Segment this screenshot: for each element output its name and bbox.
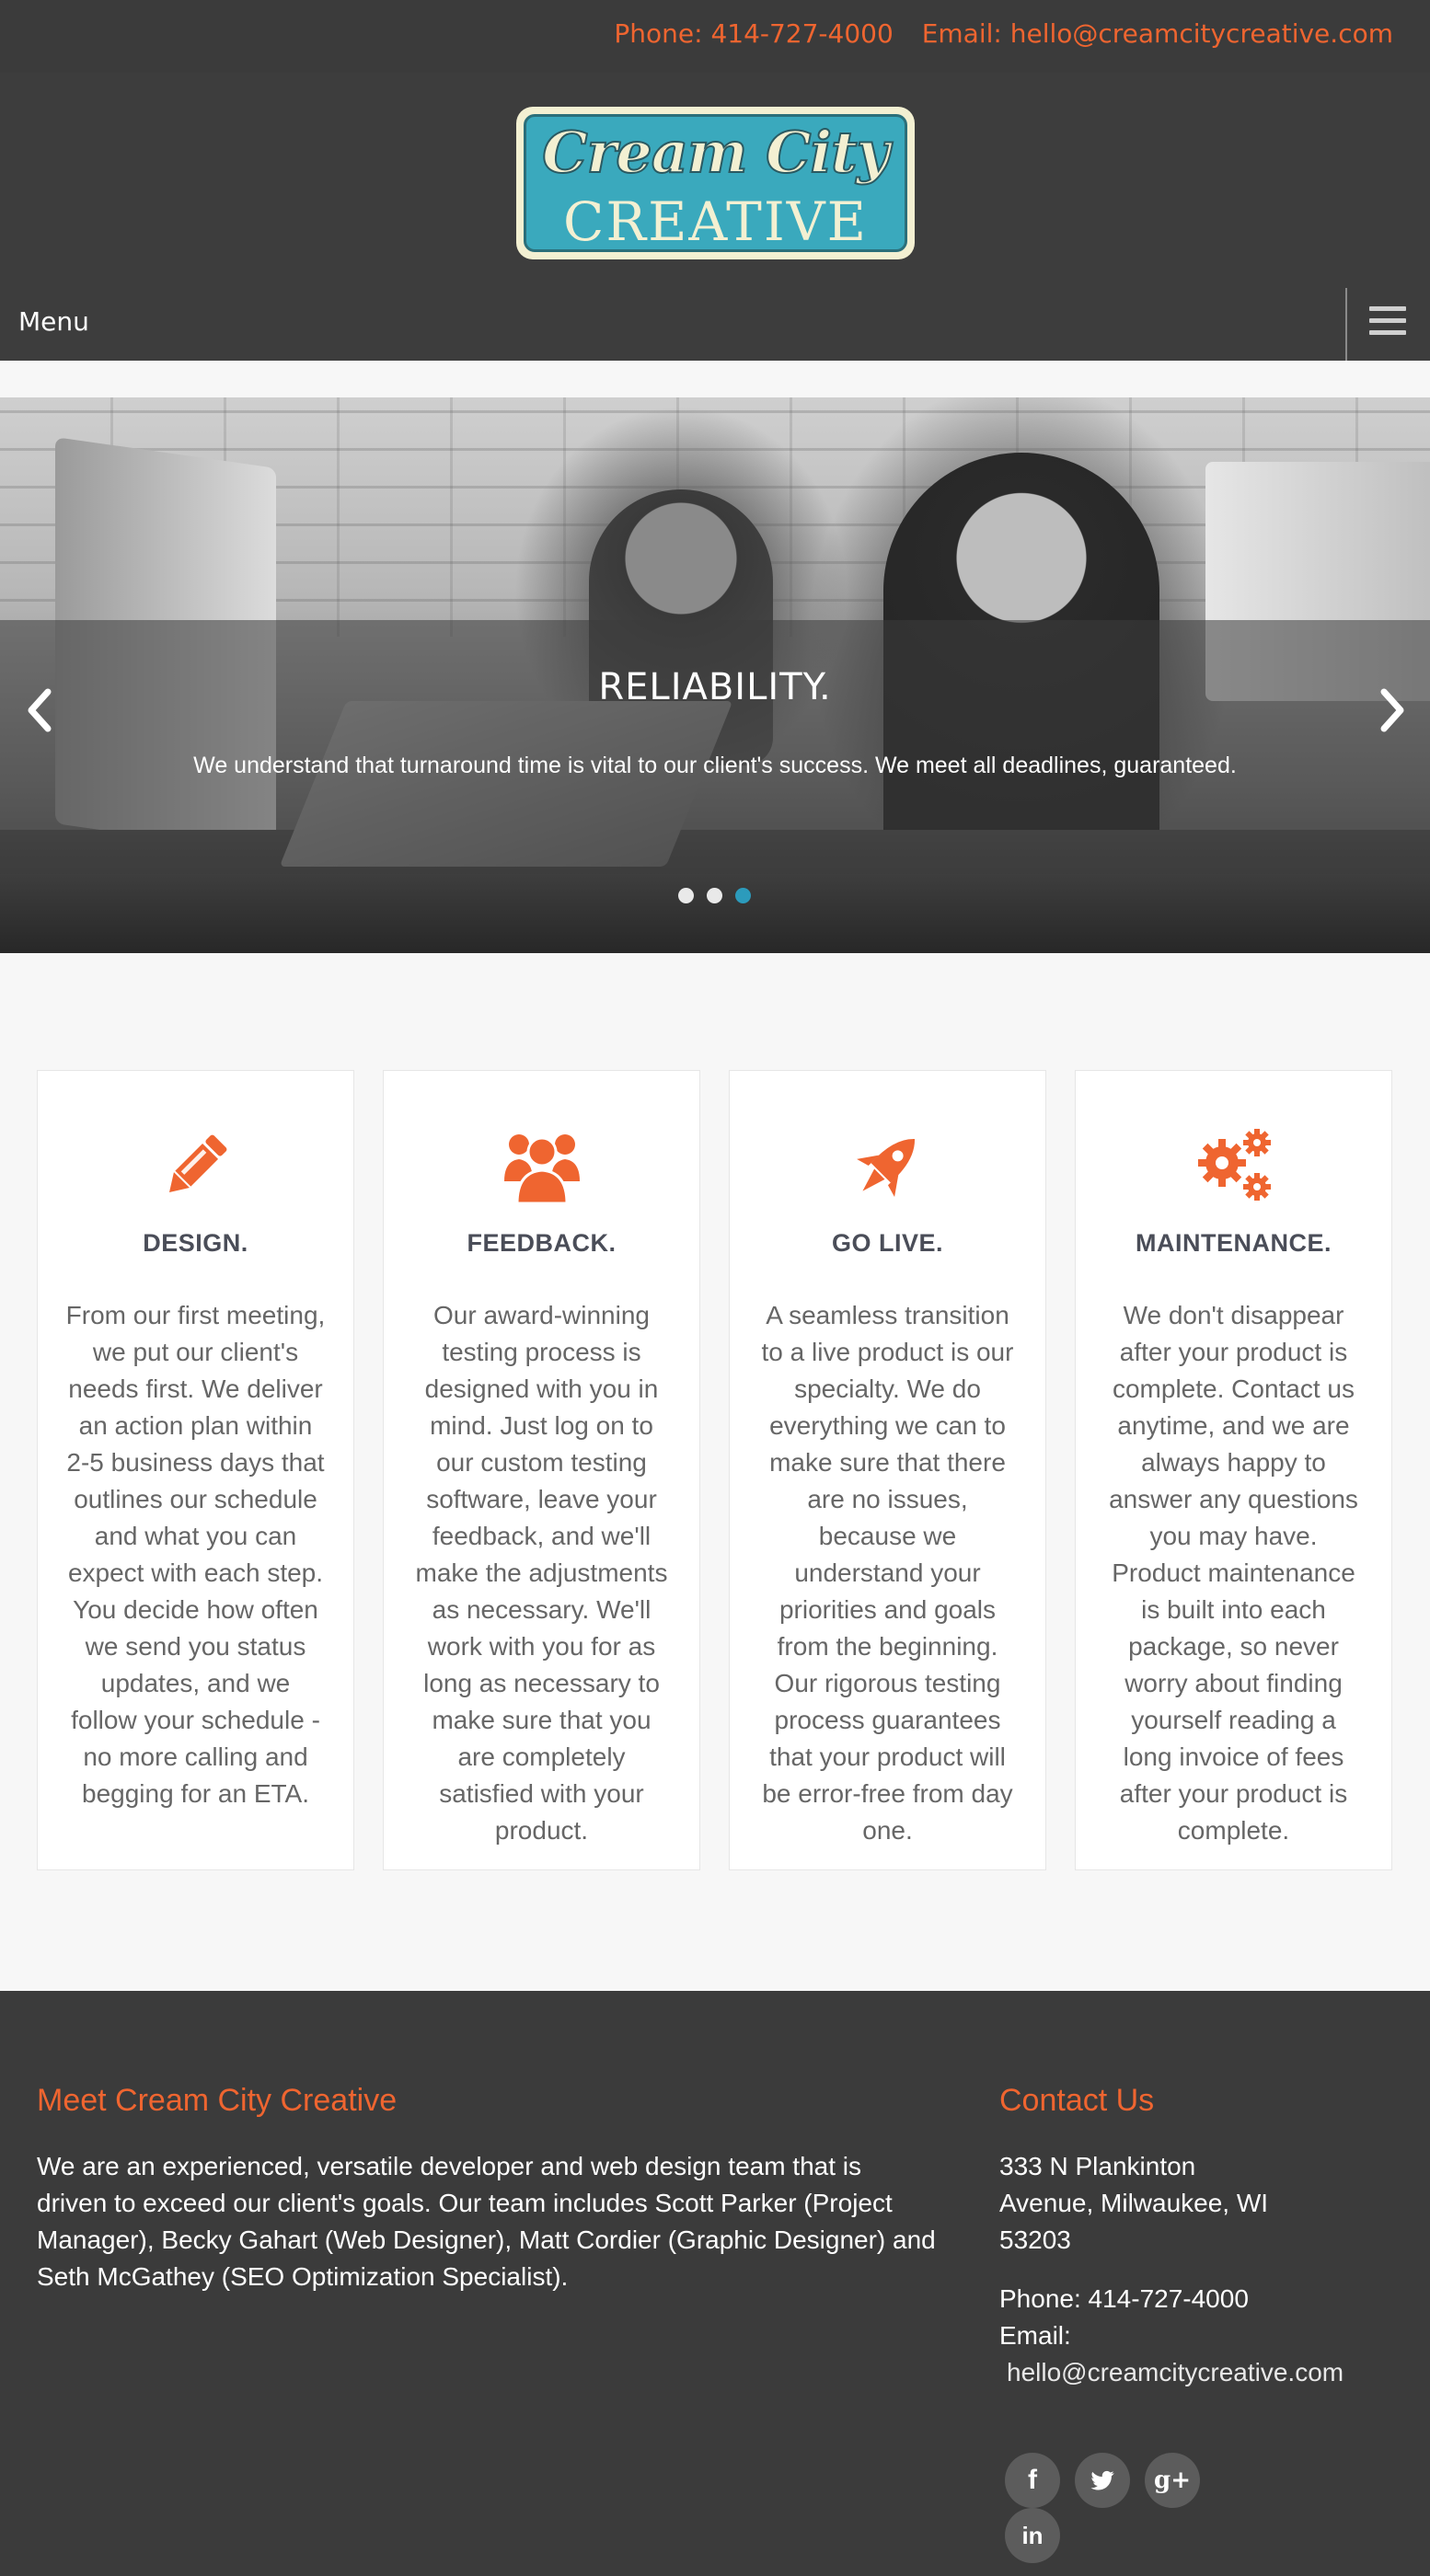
hero-caption-band: RELIABILITY. We understand that turnarou… bbox=[0, 620, 1430, 874]
slider-dot-1[interactable] bbox=[678, 888, 694, 903]
footer-about-text: We are an experienced, versatile develop… bbox=[37, 2152, 936, 2291]
feature-card-design: DESIGN. From our first meeting, we put o… bbox=[37, 1070, 354, 1870]
logo-text-line1: Cream City bbox=[541, 118, 890, 187]
feature-text: We don't disappear after your product is… bbox=[1109, 1301, 1358, 1845]
users-icon bbox=[384, 1124, 699, 1207]
top-phone-link[interactable]: Phone: 414-727-4000 bbox=[614, 18, 893, 49]
hero-slider: RELIABILITY. We understand that turnarou… bbox=[0, 397, 1430, 953]
top-contact-bar: Phone: 414-727-4000 Email: hello@creamci… bbox=[0, 0, 1430, 73]
features-section: DESIGN. From our first meeting, we put o… bbox=[37, 1070, 1393, 1870]
feature-title: DESIGN. bbox=[143, 1229, 248, 1257]
footer-phone[interactable]: Phone: 414-727-4000 bbox=[999, 2281, 1386, 2317]
slider-next-arrow-icon[interactable] bbox=[1375, 683, 1412, 738]
feature-card-maintenance: MAINTENANCE. We don't disappear after yo… bbox=[1075, 1070, 1392, 1870]
facebook-icon[interactable]: f bbox=[1005, 2453, 1060, 2508]
feature-title: GO LIVE. bbox=[831, 1229, 944, 1257]
nav-divider bbox=[1345, 288, 1347, 361]
site-logo[interactable]: Cream City CREATIVE bbox=[516, 107, 915, 259]
footer-about-title: Meet Cream City Creative bbox=[37, 2083, 398, 2118]
slider-dot-3[interactable] bbox=[735, 888, 751, 903]
footer-address-line: 333 N Plankinton bbox=[999, 2152, 1196, 2180]
footer-contact: Contact Us 333 N Plankinton Avenue, Milw… bbox=[999, 2083, 1386, 2391]
feature-card-go-live: GO LIVE. A seamless transition to a live… bbox=[729, 1070, 1046, 1870]
footer-email-label: Email: bbox=[999, 2321, 1071, 2350]
twitter-bird-glyph bbox=[1090, 2470, 1114, 2490]
footer-address: 333 N Plankinton Avenue, Milwaukee, WI 5… bbox=[999, 2148, 1386, 2259]
feature-title: MAINTENANCE. bbox=[1136, 1229, 1332, 1257]
slider-dots bbox=[678, 888, 751, 903]
google-plus-glyph: g+ bbox=[1154, 2467, 1191, 2494]
logo-text-line2: CREATIVE bbox=[563, 190, 868, 252]
logo-badge: Cream City CREATIVE bbox=[524, 114, 907, 252]
rocket-icon bbox=[730, 1124, 1045, 1207]
footer-address-line: 53203 bbox=[999, 2225, 1071, 2254]
footer-address-line: Avenue, Milwaukee, WI bbox=[999, 2189, 1269, 2217]
feature-title: FEEDBACK. bbox=[467, 1229, 617, 1257]
twitter-icon[interactable]: t bbox=[1075, 2453, 1130, 2508]
feature-card-feedback: FEEDBACK. Our award-winning testing proc… bbox=[383, 1070, 700, 1870]
footer-about: Meet Cream City Creative We are an exper… bbox=[37, 2083, 939, 2295]
site-header: Cream City CREATIVE bbox=[0, 73, 1430, 288]
top-contact-info: Phone: 414-727-4000 Email: hello@creamci… bbox=[594, 18, 1393, 49]
footer-email-link[interactable]: hello@creamcitycreative.com bbox=[999, 2354, 1386, 2391]
linkedin-glyph: in bbox=[1021, 2521, 1044, 2549]
menu-label[interactable]: Menu bbox=[18, 306, 89, 337]
gears-icon bbox=[1076, 1124, 1391, 1207]
site-footer: Meet Cream City Creative We are an exper… bbox=[0, 1991, 1430, 2576]
facebook-glyph: f bbox=[1028, 2465, 1037, 2495]
footer-contact-title: Contact Us bbox=[999, 2083, 1155, 2118]
feature-text: A seamless transition to a live product … bbox=[761, 1301, 1014, 1845]
top-email-link[interactable]: Email: hello@creamcitycreative.com bbox=[922, 18, 1393, 49]
google-plus-icon[interactable]: g+ bbox=[1145, 2453, 1200, 2508]
slider-prev-arrow-icon[interactable] bbox=[20, 683, 57, 738]
slider-dot-2[interactable] bbox=[707, 888, 722, 903]
linkedin-icon[interactable]: in bbox=[1005, 2508, 1060, 2563]
main-navbar: Menu bbox=[0, 288, 1430, 361]
hamburger-icon[interactable] bbox=[1369, 306, 1406, 341]
hero-slide-text: We understand that turnaround time is vi… bbox=[193, 753, 1237, 778]
pencil-icon bbox=[38, 1124, 353, 1207]
hero-slide-title: RELIABILITY. bbox=[598, 666, 832, 708]
feature-text: Our award-winning testing process is des… bbox=[415, 1301, 668, 1845]
feature-text: From our first meeting, we put our clien… bbox=[65, 1301, 326, 1808]
